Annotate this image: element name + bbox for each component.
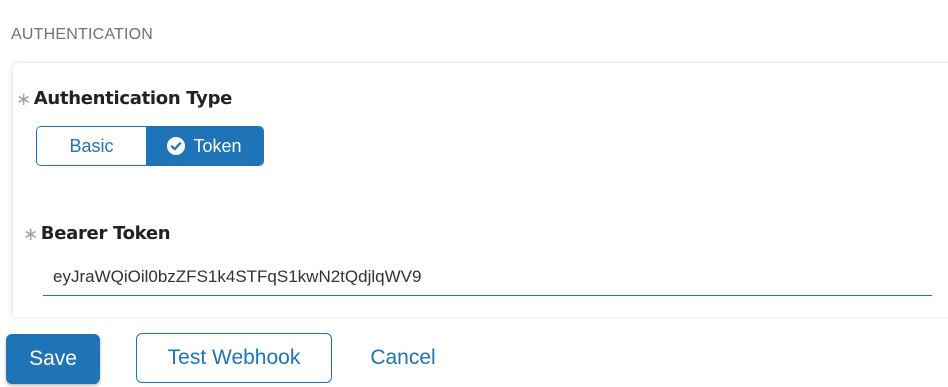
- bearer-token-label-text: Bearer Token: [40, 223, 171, 244]
- auth-option-token-label: Token: [193, 135, 242, 156]
- required-asterisk: ∗: [23, 224, 38, 245]
- test-webhook-button[interactable]: Test Webhook: [136, 333, 332, 383]
- auth-option-basic-label: Basic: [69, 135, 114, 156]
- cancel-button[interactable]: Cancel: [360, 333, 446, 383]
- auth-type-label-text: Authentication Type: [33, 88, 233, 109]
- section-heading: AUTHENTICATION: [11, 26, 154, 43]
- auth-type-label: ∗ Authentication Type: [16, 88, 233, 110]
- bearer-token-label: ∗ Bearer Token: [23, 223, 171, 245]
- auth-option-basic[interactable]: Basic: [37, 127, 146, 165]
- required-asterisk: ∗: [16, 89, 31, 110]
- bearer-token-input[interactable]: [43, 258, 932, 296]
- webhook-auth-page: AUTHENTICATION ∗ Authentication Type Basi…: [0, 0, 948, 387]
- auth-type-segmented-control: Basic Token: [36, 126, 264, 166]
- save-button[interactable]: Save: [6, 334, 100, 384]
- check-circle-icon: [167, 137, 186, 155]
- auth-option-token[interactable]: Token: [146, 127, 263, 165]
